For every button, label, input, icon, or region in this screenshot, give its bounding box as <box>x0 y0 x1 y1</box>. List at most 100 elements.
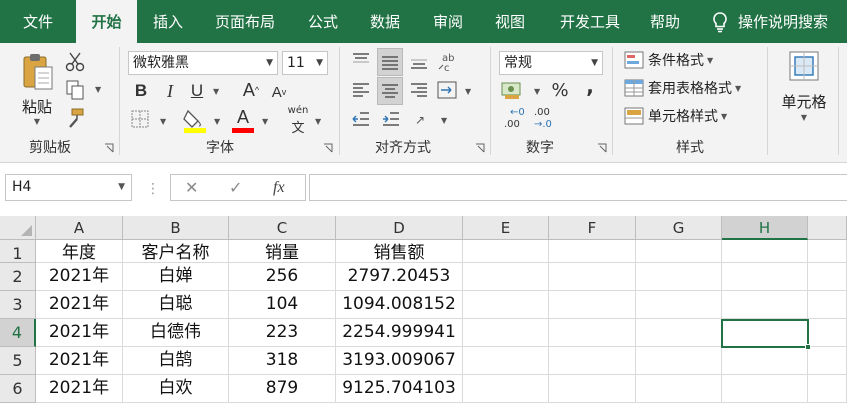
accounting-format-button[interactable] <box>500 79 526 101</box>
align-right-button[interactable] <box>408 79 430 101</box>
column-header-c[interactable]: C <box>229 216 336 240</box>
cell[interactable] <box>636 347 722 375</box>
column-header-d[interactable]: D <box>336 216 463 240</box>
font-color-button[interactable]: A <box>230 107 256 133</box>
tab-data[interactable]: 数据 <box>357 0 413 43</box>
cancel-icon[interactable]: ✕ <box>185 175 198 200</box>
orientation-button[interactable]: ab c <box>436 49 460 74</box>
cell[interactable]: 2254.999941 <box>336 319 463 347</box>
cell[interactable] <box>808 263 847 291</box>
cell[interactable]: 白聪 <box>123 291 229 319</box>
cell[interactable]: 9125.704103 <box>336 375 463 403</box>
column-header-g[interactable]: G <box>636 216 722 240</box>
number-launcher-icon[interactable] <box>597 143 607 153</box>
clipboard-launcher-icon[interactable] <box>104 143 114 153</box>
cell[interactable] <box>808 375 847 403</box>
increase-font-button[interactable]: A ^ <box>240 79 262 101</box>
tab-insert[interactable]: 插入 <box>139 0 197 43</box>
merge-dropdown-icon[interactable]: ▼ <box>465 87 471 96</box>
cell[interactable] <box>463 375 549 403</box>
align-bottom-button[interactable] <box>408 50 430 72</box>
cell[interactable]: 2021年 <box>36 291 123 319</box>
accounting-dropdown-icon[interactable]: ▼ <box>534 87 540 96</box>
row-header-4[interactable]: 4 <box>0 319 36 347</box>
cell[interactable] <box>722 291 808 319</box>
tab-home[interactable]: 开始 <box>76 0 137 43</box>
cell[interactable] <box>549 291 636 319</box>
fill-color-button[interactable] <box>182 107 208 133</box>
name-box[interactable]: H4 ▼ <box>5 174 132 201</box>
row-header-1[interactable]: 1 <box>0 240 36 263</box>
cell[interactable] <box>722 375 808 403</box>
cell[interactable] <box>722 347 808 375</box>
row-header-5[interactable]: 5 <box>0 347 36 375</box>
cell[interactable]: 223 <box>229 319 336 347</box>
cell[interactable]: 3193.009067 <box>336 347 463 375</box>
column-header-e[interactable]: E <box>463 216 549 240</box>
alignment-launcher-icon[interactable] <box>475 143 485 153</box>
borders-button[interactable] <box>130 109 152 131</box>
fill-color-dropdown-icon[interactable]: ▼ <box>214 117 220 126</box>
column-header-b[interactable]: B <box>123 216 229 240</box>
cell[interactable] <box>636 375 722 403</box>
formula-bar-splitter[interactable]: ⋮ <box>146 181 160 197</box>
font-launcher-icon[interactable] <box>323 143 333 153</box>
tab-view[interactable]: 视图 <box>482 0 538 43</box>
cell[interactable]: 1094.008152 <box>336 291 463 319</box>
text-direction-button[interactable]: ↗ <box>412 108 436 130</box>
cell[interactable] <box>549 319 636 347</box>
cell[interactable]: 2797.20453 <box>336 263 463 291</box>
tell-me-search[interactable]: 操作说明搜索 <box>712 0 828 43</box>
cell[interactable] <box>463 319 549 347</box>
decrease-decimal-button[interactable]: .00 →.0 <box>532 107 558 133</box>
select-all-button[interactable] <box>0 216 36 240</box>
cell-styles-button[interactable]: 单元格样式 ▼ <box>624 105 727 127</box>
row-header-3[interactable]: 3 <box>0 291 36 319</box>
cell[interactable]: 白德伟 <box>123 319 229 347</box>
cell[interactable] <box>549 375 636 403</box>
cell[interactable] <box>463 347 549 375</box>
cell[interactable] <box>549 263 636 291</box>
cell[interactable]: 年度 <box>36 240 123 263</box>
cell[interactable]: 256 <box>229 263 336 291</box>
tab-formulas[interactable]: 公式 <box>295 0 351 43</box>
row-header-2[interactable]: 2 <box>0 263 36 291</box>
increase-indent-button[interactable] <box>380 108 402 130</box>
cell[interactable]: 879 <box>229 375 336 403</box>
cell[interactable]: 销量 <box>229 240 336 263</box>
text-direction-dropdown-icon[interactable]: ▼ <box>441 116 447 125</box>
format-as-table-button[interactable]: 套用表格格式 ▼ <box>624 77 741 99</box>
cell[interactable]: 2021年 <box>36 263 123 291</box>
cell[interactable]: 2021年 <box>36 319 123 347</box>
cell[interactable] <box>636 291 722 319</box>
cell[interactable] <box>463 263 549 291</box>
cell[interactable] <box>636 263 722 291</box>
column-header-overflow[interactable] <box>808 216 847 240</box>
cell[interactable] <box>808 347 847 375</box>
cell[interactable] <box>808 240 847 263</box>
active-cell-h4[interactable] <box>721 319 811 350</box>
cell[interactable]: 白鹄 <box>123 347 229 375</box>
column-header-a[interactable]: A <box>36 216 123 240</box>
cell[interactable] <box>722 240 808 263</box>
column-header-f[interactable]: F <box>549 216 636 240</box>
cell[interactable] <box>636 319 722 347</box>
format-painter-button[interactable] <box>64 107 88 129</box>
confirm-icon[interactable]: ✓ <box>229 175 242 200</box>
borders-dropdown-icon[interactable]: ▼ <box>160 117 166 126</box>
cell[interactable]: 2021年 <box>36 375 123 403</box>
align-left-button[interactable] <box>350 79 372 101</box>
cell[interactable]: 销售额 <box>336 240 463 263</box>
insert-function-button[interactable]: fx <box>273 175 285 200</box>
cell[interactable] <box>808 319 847 347</box>
align-top-button[interactable] <box>350 50 372 72</box>
cut-button[interactable] <box>64 51 88 73</box>
phonetic-dropdown-icon[interactable]: ▼ <box>315 117 321 126</box>
paste-button[interactable]: 粘贴 ▼ <box>14 51 60 127</box>
tab-help[interactable]: 帮助 <box>637 0 693 43</box>
cell[interactable]: 白婵 <box>123 263 229 291</box>
italic-button[interactable]: I <box>159 80 181 102</box>
font-size-select[interactable]: 11 ▼ <box>282 51 328 75</box>
tab-developer[interactable]: 开发工具 <box>550 0 630 43</box>
cell[interactable] <box>808 291 847 319</box>
